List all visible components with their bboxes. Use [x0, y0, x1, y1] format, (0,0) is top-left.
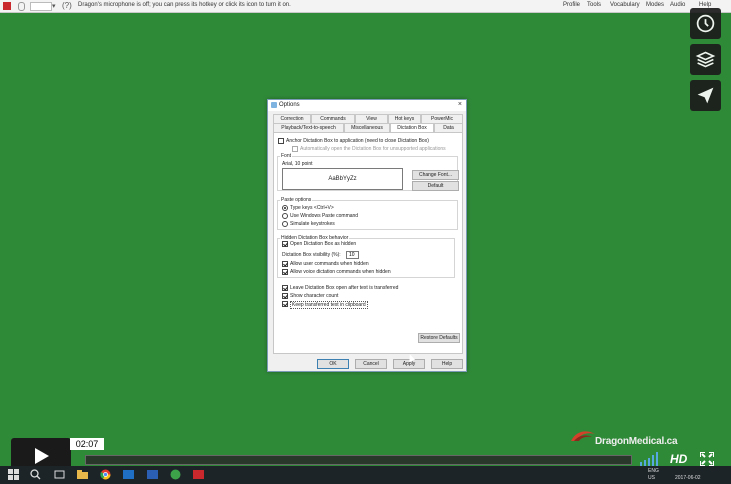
leave-open-checkbox[interactable] [282, 285, 288, 291]
visibility-label: Dictation Box visibility (%): [282, 252, 341, 258]
clock-icon [696, 14, 715, 33]
show-count-label: Show character count [290, 293, 339, 299]
keep-clipboard-label: Keep transferred text in clipboard [290, 301, 368, 309]
paste-windows-radio[interactable] [282, 213, 288, 219]
tab-view[interactable]: View [355, 114, 388, 123]
options-dialog: Options × Correction Commands View Hot k… [267, 99, 467, 372]
ok-button[interactable]: OK [317, 359, 349, 369]
tab-powermic[interactable]: PowerMic [421, 114, 463, 123]
play-icon [35, 448, 49, 464]
dragon-logo-icon[interactable] [3, 2, 11, 10]
open-hidden-checkbox[interactable] [282, 241, 288, 247]
allow-user-commands-label: Allow user commands when hidden [290, 261, 369, 267]
menu-audio[interactable]: Audio [670, 2, 685, 8]
visibility-stepper[interactable]: 10 [346, 251, 359, 259]
paste-simulate-label: Simulate keystrokes [290, 221, 335, 227]
paste-type-keys-radio[interactable] [282, 205, 288, 211]
auto-open-checkbox[interactable] [292, 146, 298, 152]
menu-tools[interactable]: Tools [587, 2, 601, 8]
dragon-bar: ▾ (?) Dragon's microphone is off; you ca… [0, 0, 731, 13]
file-explorer-icon[interactable] [77, 469, 88, 480]
close-icon[interactable]: × [458, 101, 462, 108]
microphone-icon[interactable] [18, 2, 25, 11]
options-app-icon [271, 102, 277, 108]
keep-clipboard-checkbox[interactable] [282, 301, 288, 307]
tab-miscellaneous[interactable]: Miscellaneous [344, 123, 390, 132]
chevron-down-icon[interactable]: ▾ [52, 2, 60, 11]
paste-windows-label: Use Windows Paste command [290, 213, 359, 219]
chrome-icon[interactable] [100, 469, 111, 480]
dragon-medical-logo-icon [571, 431, 595, 441]
windows-taskbar: ENG US 2017-06-02 [0, 466, 731, 484]
tab-hot-keys[interactable]: Hot keys [388, 114, 421, 123]
dragon-volume-field[interactable] [30, 2, 52, 11]
leave-open-label: Leave Dictation Box open after text is t… [290, 285, 399, 291]
font-value: Arial, 10 point [282, 161, 313, 167]
tray-date[interactable]: 2017-06-02 [675, 475, 701, 481]
paste-simulate-radio[interactable] [282, 221, 288, 227]
task-view-icon[interactable] [54, 469, 65, 480]
collections-button[interactable] [690, 44, 721, 75]
tab-commands[interactable]: Commands [311, 114, 355, 123]
tab-dictation-box[interactable]: Dictation Box [390, 123, 434, 132]
outlook-icon[interactable] [123, 469, 134, 480]
help-button[interactable]: Help [431, 359, 463, 369]
font-group-title: Font [280, 153, 293, 159]
font-preview-text: AaBbYyZz [328, 176, 357, 182]
current-time: 02:07 [70, 438, 104, 450]
watch-later-button[interactable] [690, 8, 721, 39]
layers-icon [695, 51, 716, 68]
allow-user-commands-checkbox[interactable] [282, 261, 288, 267]
share-button[interactable] [690, 80, 721, 111]
allow-voice-label: Allow voice dictation commands when hidd… [290, 269, 391, 275]
show-count-checkbox[interactable] [282, 293, 288, 299]
menu-modes[interactable]: Modes [646, 2, 664, 8]
fullscreen-icon[interactable] [700, 452, 714, 466]
dictation-box-panel: Anchor Dictation Box to application (nee… [273, 132, 463, 354]
menu-profile[interactable]: Profile [563, 2, 580, 8]
paste-options-title: Paste options [280, 197, 313, 203]
restore-defaults-button[interactable]: Restore Defaults [418, 333, 460, 343]
tray-region[interactable]: US [648, 475, 655, 481]
dialog-title: Options [279, 102, 300, 108]
dragon-app-icon[interactable] [193, 469, 204, 480]
allow-voice-checkbox[interactable] [282, 269, 288, 275]
dragon-medical-logo: DragonMedical.ca [595, 436, 678, 447]
search-icon[interactable] [30, 469, 41, 480]
tab-correction[interactable]: Correction [273, 114, 311, 123]
windows-start-icon[interactable] [8, 469, 19, 480]
default-font-button[interactable]: Default [412, 181, 459, 191]
change-font-button[interactable]: Change Font... [412, 170, 459, 180]
dialog-titlebar[interactable]: Options × [268, 100, 466, 111]
tab-data[interactable]: Data [434, 123, 463, 132]
dragon-status-message: Dragon's microphone is off; you can pres… [78, 2, 291, 8]
tray-language[interactable]: ENG [648, 468, 659, 474]
hd-toggle[interactable]: HD [670, 452, 687, 466]
help-icon[interactable]: (?) [62, 1, 72, 10]
word-icon[interactable] [147, 469, 158, 480]
cancel-button[interactable]: Cancel [355, 359, 387, 369]
auto-open-label: Automatically open the Dictation Box for… [300, 146, 446, 152]
paste-type-keys-label: Type keys <Ctrl+V> [290, 205, 334, 211]
volume-icon[interactable] [640, 452, 660, 466]
paper-plane-icon [697, 87, 714, 104]
open-hidden-label: Open Dictation Box as hidden [290, 241, 357, 247]
progress-bar[interactable] [85, 455, 632, 465]
dragon-dictate-icon[interactable] [170, 469, 181, 480]
anchor-checkbox[interactable] [278, 138, 284, 144]
font-preview: AaBbYyZz [282, 168, 403, 190]
anchor-label: Anchor Dictation Box to application (nee… [286, 138, 429, 144]
tab-playback[interactable]: Playback/Text-to-speech [273, 123, 344, 132]
menu-vocabulary[interactable]: Vocabulary [610, 2, 640, 8]
